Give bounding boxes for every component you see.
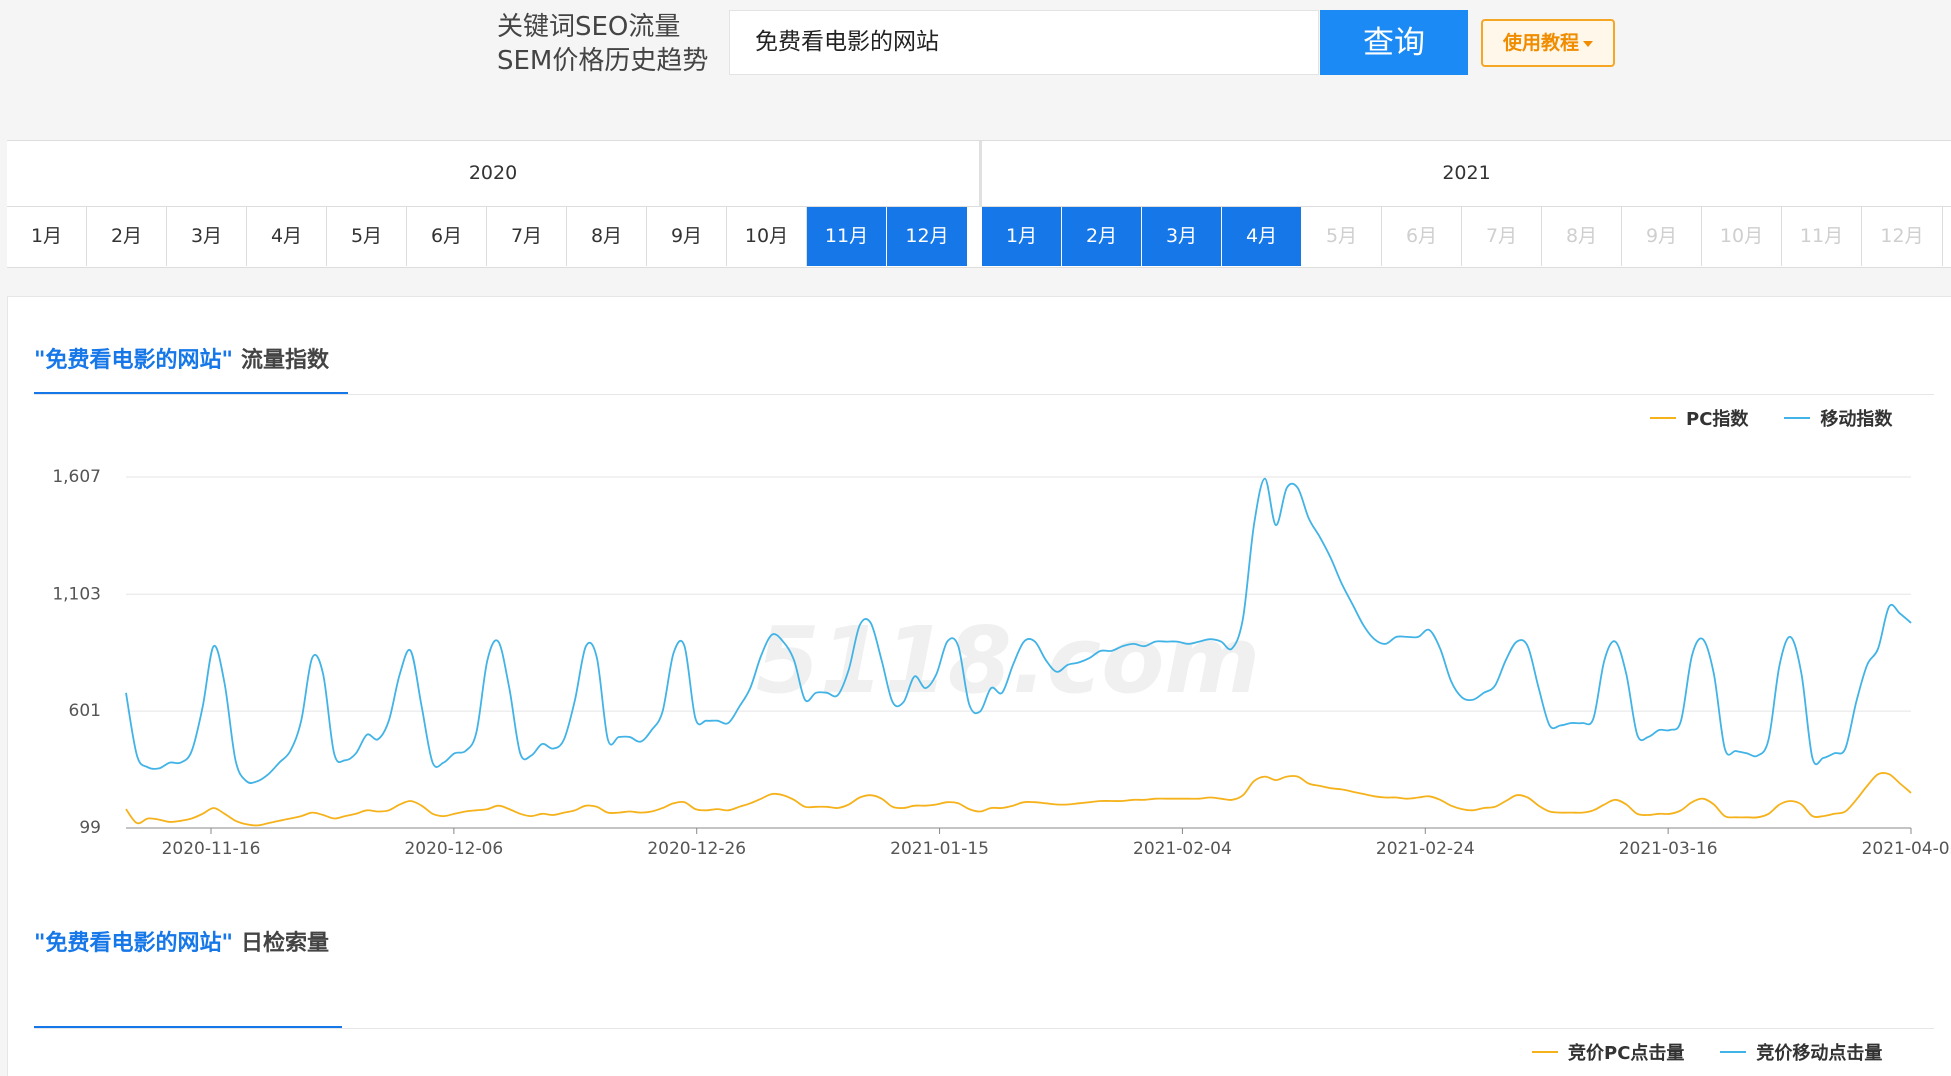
month-selector: 2020 2021 1月 2月 3月 4月 5月 6月 7月 8月 9月 10月 11月 12月 1月 2…: [7, 140, 1951, 268]
month-2021-11: 11月: [1782, 207, 1862, 266]
y-tick-label: 601: [69, 701, 101, 721]
y-tick-label: 99: [79, 818, 101, 838]
month-2021-01[interactable]: 1月: [982, 207, 1062, 266]
x-tick-label: 2020-11-16: [162, 839, 261, 857]
tool-title-line1: 关键词SEO流量: [497, 12, 681, 42]
month-2021-02[interactable]: 2月: [1062, 207, 1142, 266]
legend-mobile-label: 移动指数: [1820, 409, 1893, 430]
y-tick-label: 1,607: [52, 467, 101, 487]
month-2020-01[interactable]: 1月: [7, 207, 87, 266]
year-header-2021: 2021: [982, 141, 1951, 207]
x-tick-label: 2021-02-04: [1133, 839, 1232, 857]
month-2020-06[interactable]: 6月: [407, 207, 487, 266]
month-2021-06: 6月: [1382, 207, 1462, 266]
search-button[interactable]: 查询: [1320, 10, 1468, 75]
tutorial-button-label: 使用教程: [1502, 32, 1579, 54]
month-2021-10: 10月: [1702, 207, 1782, 266]
month-row: 1月 2月 3月 4月 5月 6月 7月 8月 9月 10月 11月 12月 1月 2月 3月 4月 5月 6月 7…: [7, 207, 1951, 267]
month-2020-12[interactable]: 12月: [887, 207, 968, 266]
month-2020-09[interactable]: 9月: [647, 207, 727, 266]
tool-title: 关键词SEO流量 SEM价格历史趋势: [497, 10, 717, 78]
section-traffic-keyword: "免费看电影的网站": [34, 348, 233, 373]
section-traffic-label: 流量指数: [240, 348, 329, 373]
chart2-legend: 竞价PC点击量 竞价移动点击量: [1532, 1039, 1882, 1065]
section-daily-keyword: "免费看电影的网站": [34, 931, 233, 956]
x-tick-label: 2021-03-16: [1619, 839, 1718, 857]
month-2021-07: 7月: [1462, 207, 1542, 266]
month-2020-04[interactable]: 4月: [247, 207, 327, 266]
section-traffic-title: "免费看电影的网站" 流量指数: [34, 342, 329, 392]
caret-down-icon: [1583, 40, 1593, 47]
x-tick-label: 2021-02-24: [1376, 839, 1475, 857]
chart-legend: PC指数 移动指数: [1650, 405, 1892, 431]
legend-mobile-swatch: [1784, 417, 1811, 419]
month-2021-05: 5月: [1302, 207, 1382, 266]
month-2020-02[interactable]: 2月: [87, 207, 167, 266]
month-2020-10[interactable]: 10月: [727, 207, 807, 266]
section-traffic-rule: [34, 394, 1934, 395]
legend-bid-pc-label: 竞价PC点击量: [1568, 1043, 1685, 1064]
month-2020-03[interactable]: 3月: [167, 207, 247, 266]
tool-title-line2: SEM价格历史趋势: [497, 46, 709, 76]
year-header-2020: 2020: [7, 141, 982, 207]
top-search-bar: 关键词SEO流量 SEM价格历史趋势 免费看电影的网站 查询 使用教程: [0, 0, 1951, 140]
legend-pc-swatch: [1650, 417, 1676, 419]
legend-item-mobile[interactable]: 移动指数: [1784, 405, 1892, 431]
month-2021-08: 8月: [1542, 207, 1622, 266]
main-panel: "免费看电影的网站" 流量指数 PC指数 移动指数 5118.com 99 601 1,…: [7, 296, 1951, 1076]
series-line-pc: [125, 772, 1912, 827]
legend-bid-mobile-swatch: [1720, 1051, 1747, 1053]
month-2020-08[interactable]: 8月: [567, 207, 647, 266]
legend-item-bid-mobile[interactable]: 竞价移动点击量: [1720, 1039, 1882, 1065]
x-tick-label: 2020-12-26: [647, 839, 746, 857]
section-daily-title: "免费看电影的网站" 日检索量: [34, 925, 329, 975]
x-tick-label: 2021-04-05: [1862, 839, 1951, 857]
search-input[interactable]: 免费看电影的网站: [729, 10, 1319, 75]
month-2021-09: 9月: [1622, 207, 1702, 266]
y-tick-label: 1,103: [52, 584, 101, 604]
legend-item-pc[interactable]: PC指数: [1650, 405, 1748, 431]
traffic-line-chart: 5118.com 99 601 1,103 1,607 2020-11-16 2020-12…: [52, 467, 1951, 857]
month-2020-07[interactable]: 7月: [487, 207, 567, 266]
legend-bid-pc-swatch: [1532, 1051, 1558, 1053]
section-daily-label: 日检索量: [240, 931, 329, 956]
legend-bid-mobile-label: 竞价移动点击量: [1756, 1043, 1883, 1064]
month-2020-05[interactable]: 5月: [327, 207, 407, 266]
legend-item-bid-pc[interactable]: 竞价PC点击量: [1532, 1039, 1684, 1065]
tutorial-dropdown-button[interactable]: 使用教程: [1481, 19, 1615, 67]
legend-pc-label: PC指数: [1686, 409, 1749, 430]
month-2021-04[interactable]: 4月: [1222, 207, 1302, 266]
month-2020-11[interactable]: 11月: [807, 207, 887, 266]
month-2021-12: 12月: [1862, 207, 1943, 266]
watermark-logo: 5118.com: [756, 607, 1261, 714]
section-daily-rule: [34, 1028, 1934, 1029]
month-2021-03[interactable]: 3月: [1142, 207, 1222, 266]
x-tick-label: 2021-01-15: [890, 839, 989, 857]
x-tick-label: 2020-12-06: [404, 839, 503, 857]
